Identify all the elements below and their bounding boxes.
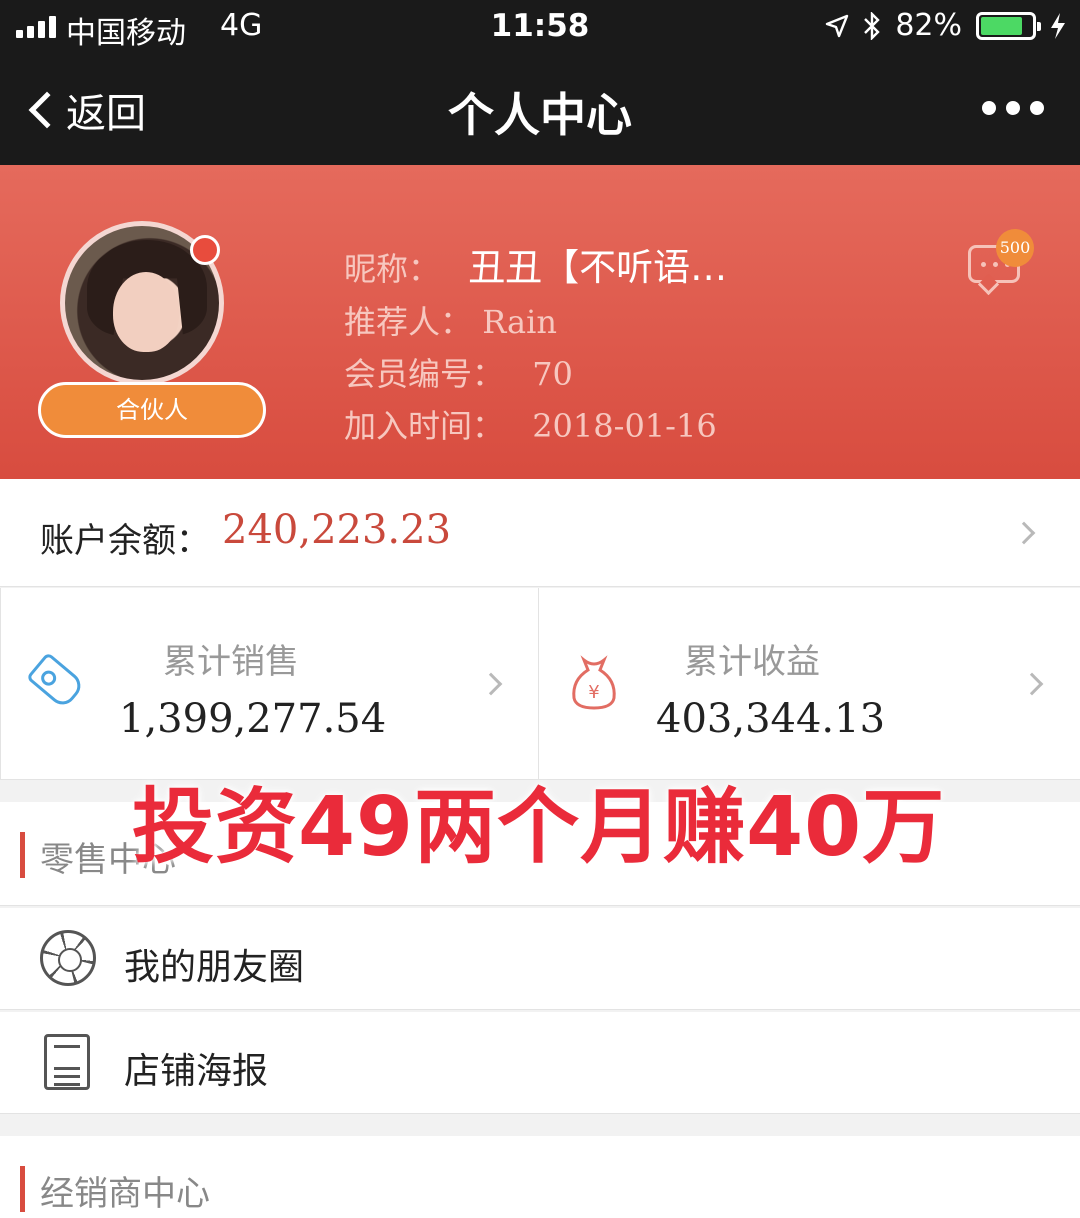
more-options-icon[interactable] bbox=[982, 101, 1044, 115]
dealer-section-header: 经销商中心 bbox=[0, 1136, 1080, 1218]
total-sales-title: 累计销售 bbox=[163, 642, 299, 682]
bluetooth-icon bbox=[864, 11, 881, 40]
member-no-label: 会员编号： bbox=[344, 355, 505, 393]
join-date-label: 加入时间： bbox=[344, 407, 505, 445]
page-title: 个人中心 bbox=[448, 88, 632, 142]
member-no-row: 会员编号： 70 bbox=[344, 349, 573, 395]
chevron-right-icon bbox=[1012, 521, 1036, 545]
nav-bar: 返回 个人中心 bbox=[0, 55, 1080, 165]
svg-text:¥: ¥ bbox=[588, 682, 599, 703]
stats-panel: 累计销售 1,399,277.54 ¥ 累计收益 403,344.13 bbox=[0, 588, 1080, 780]
join-date-row: 加入时间： 2018-01-16 bbox=[344, 401, 717, 447]
moments-label: 我的朋友圈 bbox=[124, 947, 305, 988]
overlay-caption: 投资49两个月赚40万 bbox=[132, 780, 946, 875]
money-bag-icon: ¥ bbox=[572, 655, 616, 710]
aperture-icon bbox=[40, 930, 96, 986]
price-tag-icon bbox=[25, 651, 87, 711]
battery-percent: 82% bbox=[895, 8, 962, 43]
charging-bolt-icon bbox=[1051, 12, 1065, 39]
chevron-right-icon bbox=[479, 672, 503, 696]
referrer-value: Rain bbox=[482, 303, 557, 341]
referrer-label: 推荐人： bbox=[344, 303, 473, 341]
status-bar: 中国移动 4G 11:58 82% bbox=[0, 0, 1080, 55]
account-balance-row[interactable]: 账户余额： 240,223.23 bbox=[0, 479, 1080, 587]
status-right: 82% bbox=[825, 8, 1066, 43]
top-bar: 中国移动 4G 11:58 82% 返回 个人中心 bbox=[0, 0, 1080, 165]
total-sales-value: 1,399,277.54 bbox=[119, 696, 387, 742]
list-item-moments[interactable]: 我的朋友圈 bbox=[0, 908, 1080, 1010]
chevron-right-icon bbox=[1020, 672, 1044, 696]
dealer-section-title: 经销商中心 bbox=[40, 1174, 210, 1214]
member-level-badge: 合伙人 bbox=[38, 382, 266, 438]
join-date-value: 2018-01-16 bbox=[532, 407, 717, 445]
total-earnings-card[interactable]: ¥ 累计收益 403,344.13 bbox=[540, 588, 1079, 780]
total-earnings-title: 累计收益 bbox=[684, 642, 820, 682]
list-item-shop-poster[interactable]: 店铺海报 bbox=[0, 1012, 1080, 1114]
balance-amount: 240,223.23 bbox=[222, 507, 452, 553]
poster-icon bbox=[44, 1034, 90, 1090]
message-count-badge: 500 bbox=[996, 229, 1034, 267]
location-arrow-icon bbox=[826, 14, 849, 37]
battery-icon bbox=[976, 11, 1041, 40]
total-earnings-value: 403,344.13 bbox=[656, 696, 886, 742]
member-no-value: 70 bbox=[532, 355, 573, 393]
nickname-row: 昵称： 丑丑【不听语… bbox=[344, 237, 727, 291]
shop-poster-label: 店铺海报 bbox=[124, 1051, 269, 1092]
nickname-value: 丑丑【不听语… bbox=[468, 246, 728, 289]
section-accent-bar bbox=[20, 832, 25, 878]
profile-header: 合伙人 昵称： 丑丑【不听语… 推荐人： Rain 会员编号： 70 加入时间：… bbox=[0, 165, 1080, 479]
referrer-row: 推荐人： Rain bbox=[344, 297, 557, 343]
balance-label: 账户余额： bbox=[40, 521, 210, 561]
online-status-dot bbox=[190, 235, 220, 265]
total-sales-card[interactable]: 累计销售 1,399,277.54 bbox=[0, 588, 539, 780]
nickname-label: 昵称： bbox=[344, 250, 441, 288]
section-accent-bar bbox=[20, 1166, 25, 1212]
